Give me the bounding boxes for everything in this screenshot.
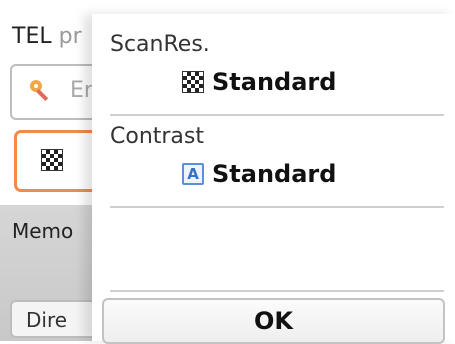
memory-label: Memo: [12, 219, 74, 243]
contrast-a-icon: A: [182, 163, 204, 185]
scan-resolution-value: Standard: [212, 68, 337, 96]
tel-number-title: TEL pr: [12, 24, 82, 49]
ok-button[interactable]: OK: [102, 298, 445, 344]
scan-resolution-name: ScanRes.: [110, 32, 210, 57]
entry-label: Er: [70, 78, 93, 103]
scan-settings-panel: ScanRes. Standard Contrast A Standard OK: [92, 14, 455, 344]
key-icon: [30, 80, 49, 102]
tel-label: TEL: [12, 24, 52, 49]
direct-label: Dire: [26, 308, 68, 332]
contrast-value-row: A Standard: [182, 160, 336, 188]
contrast-name: Contrast: [110, 124, 205, 149]
checkerboard-resolution-icon: [41, 149, 63, 171]
contrast-value: Standard: [212, 160, 337, 188]
tel-label-rest: pr: [58, 24, 82, 49]
divider: [110, 206, 444, 208]
checkerboard-resolution-icon: [182, 71, 204, 93]
scan-resolution-value-row: Standard: [182, 68, 336, 96]
divider: [110, 114, 444, 116]
bottom-divider: [110, 290, 444, 292]
